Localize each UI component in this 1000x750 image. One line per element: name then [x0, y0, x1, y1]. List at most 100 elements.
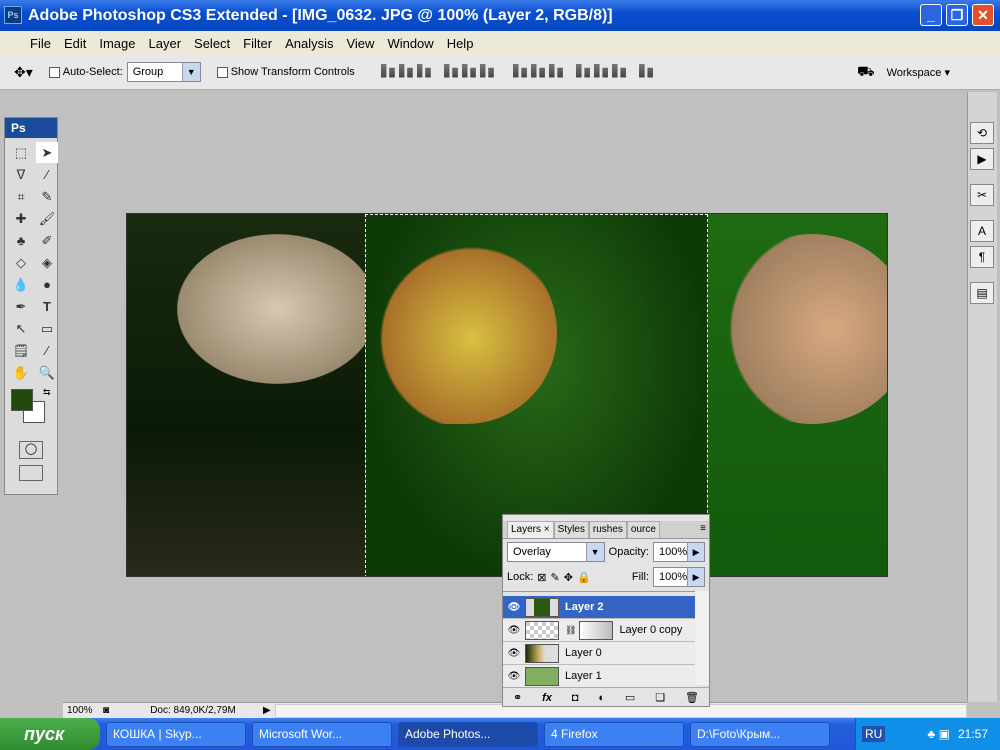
language-indicator[interactable]: RU [862, 726, 886, 742]
close-button[interactable]: ✕ [972, 4, 994, 26]
crop-tool-icon[interactable]: ⌗ [10, 186, 32, 207]
path-select-tool-icon[interactable]: ↖ [10, 318, 32, 339]
menu-image[interactable]: Image [99, 36, 135, 51]
align-right-icon[interactable] [479, 63, 494, 78]
menu-help[interactable]: Help [447, 36, 474, 51]
tray-icons[interactable]: ♣ ▣ [927, 727, 950, 741]
align-hcenter-icon[interactable] [461, 63, 476, 78]
fill-slider-arrow[interactable]: ▶ [687, 568, 704, 586]
menu-analysis[interactable]: Analysis [285, 36, 333, 51]
distribute-right-icon[interactable] [611, 63, 626, 78]
move-tool-icon[interactable]: ✥▾ [14, 64, 33, 81]
tab-brushes[interactable]: rushes [588, 521, 627, 538]
add-mask-icon[interactable]: ◘ [572, 692, 579, 704]
panel-menu-icon[interactable]: ≡ [697, 521, 709, 538]
screen-mode-icon[interactable] [19, 465, 43, 481]
distribute-bottom-icon[interactable] [548, 63, 563, 78]
link-layers-icon[interactable]: ⚭ [513, 691, 522, 704]
quick-mask-icon[interactable]: ◯ [19, 441, 43, 459]
task-firefox[interactable]: 4 Firefox [544, 721, 684, 747]
task-skype[interactable]: КОШКА | Skyp... [106, 721, 246, 747]
zoom-level[interactable]: 100% [63, 705, 103, 716]
distribute-left-icon[interactable] [575, 63, 590, 78]
align-bottom-icon[interactable] [416, 63, 431, 78]
paragraph-panel-icon[interactable]: ¶ [970, 246, 994, 268]
layer-comps-icon[interactable]: ▤ [970, 282, 994, 304]
workspace-menu[interactable]: Workspace ▾ [887, 66, 950, 79]
trash-icon[interactable]: 🗑 [685, 691, 699, 704]
chain-link-icon[interactable]: ⛓ [565, 625, 576, 636]
type-tool-icon[interactable]: T [36, 296, 58, 317]
layer-row[interactable]: 👁 Layer 1 [503, 665, 695, 688]
task-photoshop[interactable]: Adobe Photos... [398, 721, 538, 747]
tab-clone-source[interactable]: ource [626, 521, 660, 538]
character-panel-icon[interactable]: A [970, 220, 994, 242]
layer-row[interactable]: 👁 Layer 2 [503, 596, 695, 619]
maximize-button[interactable]: ❐ [946, 4, 968, 26]
slice-tool-icon[interactable]: ✎ [36, 186, 58, 207]
eye-icon[interactable]: 👁 [503, 671, 525, 682]
swap-colors-icon[interactable]: ⇆ [43, 387, 51, 398]
history-panel-icon[interactable]: ⟲ [970, 122, 994, 144]
status-menu-arrow[interactable]: ▶ [263, 705, 271, 716]
start-button[interactable]: пуск [0, 718, 100, 750]
lock-transparency-icon[interactable]: ⊠ [537, 571, 546, 584]
actions-panel-icon[interactable]: ▶ [970, 148, 994, 170]
eyedropper-tool-icon[interactable]: ⁄ [36, 340, 58, 361]
brush-tool-icon[interactable]: 🖌 [36, 208, 58, 229]
dodge-tool-icon[interactable]: ● [36, 274, 58, 295]
lock-position-icon[interactable]: ✥ [564, 571, 573, 584]
bucket-tool-icon[interactable]: ◈ [36, 252, 58, 273]
foreground-color-swatch[interactable] [11, 389, 33, 411]
layer-row[interactable]: 👁 ⛓ Layer 0 copy [503, 619, 695, 642]
blend-mode-dropdown[interactable]: Overlay ▼ [507, 542, 605, 562]
magic-wand-tool-icon[interactable]: ⁄ [36, 164, 58, 185]
blur-tool-icon[interactable]: 💧 [10, 274, 32, 295]
healing-tool-icon[interactable]: ✚ [10, 208, 32, 229]
auto-select-checkbox[interactable] [48, 66, 60, 78]
pen-tool-icon[interactable]: ✒ [10, 296, 32, 317]
align-left-icon[interactable] [443, 63, 458, 78]
distribute-top-icon[interactable] [512, 63, 527, 78]
new-layer-icon[interactable]: ❏ [655, 691, 665, 704]
fx-icon[interactable]: fx [542, 692, 552, 704]
task-explorer[interactable]: D:\Foto\Крым... [690, 721, 830, 747]
marquee-tool-icon[interactable]: ⬚ [10, 142, 32, 163]
menu-file[interactable]: File [30, 36, 51, 51]
auto-align-icon[interactable] [639, 63, 654, 78]
adjustment-layer-icon[interactable]: ◐ [598, 692, 605, 704]
align-top-icon[interactable] [380, 63, 395, 78]
shape-tool-icon[interactable]: ▭ [36, 318, 58, 339]
layer-row[interactable]: 👁 Layer 0 [503, 642, 695, 665]
opacity-slider-arrow[interactable]: ▶ [687, 543, 704, 561]
menu-window[interactable]: Window [387, 36, 433, 51]
eye-icon[interactable]: 👁 [503, 625, 525, 636]
menu-filter[interactable]: Filter [243, 36, 272, 51]
lock-all-icon[interactable]: 🔒 [577, 571, 591, 584]
auto-select-dropdown[interactable]: Group ▼ [126, 62, 201, 82]
stamp-tool-icon[interactable]: ♣ [10, 230, 32, 251]
notes-tool-icon[interactable]: 🗒 [10, 340, 32, 361]
menu-edit[interactable]: Edit [64, 36, 86, 51]
layers-scrollbar[interactable] [695, 591, 709, 685]
lasso-tool-icon[interactable]: ᐁ [10, 164, 32, 185]
status-icon[interactable]: ◙ [103, 705, 123, 716]
distribute-vcenter-icon[interactable] [530, 63, 545, 78]
eraser-tool-icon[interactable]: ◇ [10, 252, 32, 273]
menu-select[interactable]: Select [194, 36, 230, 51]
fill-input[interactable]: 100% ▶ [653, 567, 705, 587]
hand-tool-icon[interactable]: ✋ [10, 362, 32, 383]
eye-icon[interactable]: 👁 [503, 648, 525, 659]
move-tool-icon[interactable]: ➤ [36, 142, 58, 163]
minimize-button[interactable]: _ [920, 4, 942, 26]
tool-presets-icon[interactable]: ✂ [970, 184, 994, 206]
opacity-input[interactable]: 100% ▶ [653, 542, 705, 562]
bridge-icon[interactable]: ⛟ [857, 63, 875, 82]
history-brush-tool-icon[interactable]: ✐ [36, 230, 58, 251]
distribute-hcenter-icon[interactable] [593, 63, 608, 78]
eye-icon[interactable]: 👁 [503, 602, 525, 613]
menu-view[interactable]: View [346, 36, 374, 51]
zoom-tool-icon[interactable]: 🔍 [36, 362, 58, 383]
align-vcenter-icon[interactable] [398, 63, 413, 78]
task-word[interactable]: Microsoft Wor... [252, 721, 392, 747]
